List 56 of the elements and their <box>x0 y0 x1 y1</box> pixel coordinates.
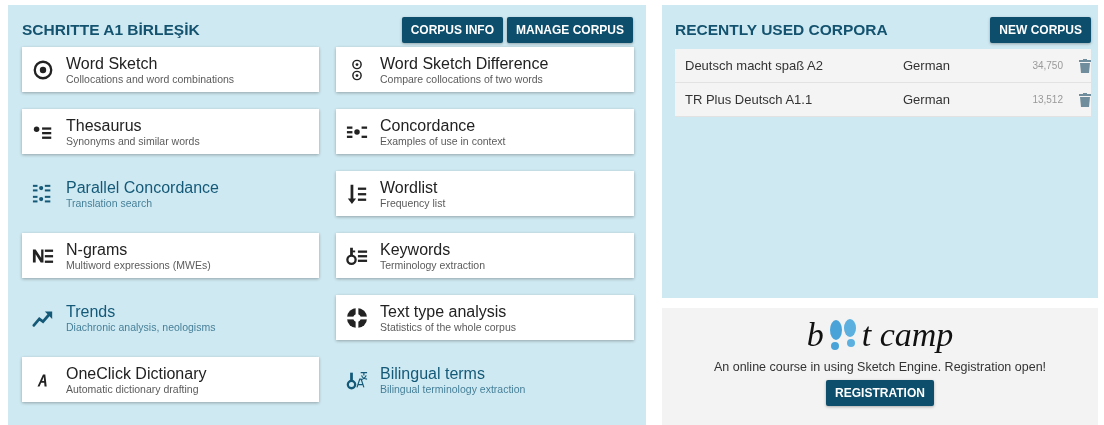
tool-link[interactable]: Trends Diachronic analysis, neologisms <box>22 295 319 340</box>
tool-name: Trends <box>66 302 117 321</box>
tool-card[interactable]: Keywords Terminology extraction <box>336 233 634 278</box>
trash-icon[interactable] <box>1079 92 1091 107</box>
tool-card[interactable]: OneClick Dictionary Automatic dictionary drafting <box>22 357 319 402</box>
tool-card[interactable]: Word Sketch Difference Compare collocations of two words <box>336 47 634 92</box>
tool-card[interactable]: Wordlist Frequency list <box>336 171 634 216</box>
corpus-language: German <box>903 92 951 107</box>
new-corpus-button[interactable]: NEW CORPUS <box>990 17 1091 43</box>
tool-description: Synonyms and similar words <box>66 134 200 147</box>
tool-icon <box>32 58 54 81</box>
tool-description: Collocations and word combinations <box>66 72 235 85</box>
corpus-size: 34,750 <box>1031 60 1063 71</box>
corpus-button[interactable]: CORPUS INFO <box>401 17 503 43</box>
tool-description: Terminology extraction <box>380 258 486 271</box>
trash-icon[interactable] <box>1079 58 1091 73</box>
recent-title: RECENTLY USED CORPORA <box>675 21 888 39</box>
tool-card[interactable]: Word Sketch Collocations and word combinations <box>22 47 319 92</box>
tool-description: Translation search <box>66 196 153 209</box>
tool-card[interactable]: N-grams Multiword expressions (MWEs) <box>22 233 319 278</box>
tool-link[interactable]: Bilingual terms Bilingual terminology extraction <box>336 357 634 402</box>
corpus-name[interactable]: Deutsch macht spaß A2 <box>685 58 903 73</box>
bootcamp-text: An online course in using Sketch Engine. Registration open! <box>713 360 1047 374</box>
corpus-button[interactable]: MANAGE CORPUS <box>507 17 633 43</box>
tool-name: Bilingual terms <box>380 364 486 383</box>
tool-icon <box>346 182 368 205</box>
tool-name: Thesaurus <box>66 116 143 135</box>
tool-name: Keywords <box>380 240 452 259</box>
tool-description: Statistics of the whole corpus <box>380 320 516 333</box>
tool-description: Frequency list <box>380 196 446 209</box>
tool-name: N-grams <box>66 240 129 259</box>
tool-link[interactable]: Parallel Concordance Translation search <box>22 171 319 216</box>
tool-description: Bilingual terminology extraction <box>380 382 526 395</box>
tool-description: Automatic dictionary drafting <box>66 382 200 395</box>
tool-description: Examples of use in context <box>380 134 506 147</box>
corpus-size: 13,512 <box>1031 94 1063 105</box>
corpus-title: SCHRITTE A1 BİRLEŞİK <box>22 21 200 39</box>
tool-card[interactable]: Text type analysis Statistics of the whole corpus <box>336 295 634 340</box>
logo-text: t camp <box>861 316 954 354</box>
tool-name: Word Sketch Difference <box>380 54 549 73</box>
tool-description: Compare collocations of two words <box>380 72 544 85</box>
tool-name: Wordlist <box>380 178 439 197</box>
tool-icon <box>346 306 368 329</box>
tool-name: Parallel Concordance <box>66 178 219 197</box>
tool-name: Concordance <box>380 116 477 135</box>
corpus-language: German <box>903 58 951 73</box>
tool-name: OneClick Dictionary <box>66 364 207 383</box>
registration-button[interactable]: REGISTRATION <box>826 380 934 406</box>
tool-name: Text type analysis <box>380 302 508 321</box>
tool-description: Multiword expressions (MWEs) <box>66 258 211 271</box>
tool-name: Word Sketch <box>66 54 159 73</box>
logo-text: b <box>806 316 824 354</box>
tool-card[interactable]: Thesaurus Synonyms and similar words <box>22 109 319 154</box>
tool-card[interactable]: Concordance Examples of use in context <box>336 109 634 154</box>
tool-description: Diachronic analysis, neologisms <box>66 320 216 333</box>
corpus-name[interactable]: TR Plus Deutsch A1.1 <box>685 92 903 107</box>
